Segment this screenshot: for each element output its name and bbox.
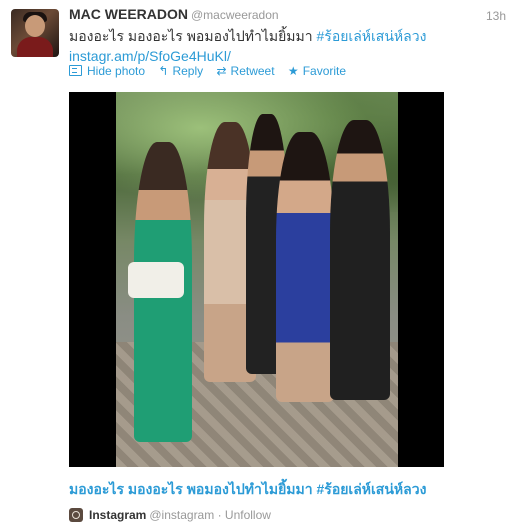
unfollow-button[interactable]: Unfollow — [225, 508, 271, 522]
author-name[interactable]: MAC WEERADON @macweeradon — [69, 6, 279, 22]
retweet-label: Retweet — [230, 64, 275, 78]
instagram-icon[interactable] — [69, 508, 83, 522]
media-caption[interactable]: มองอะไร มองอะไร พอมองไปทำไมยิ้มมา #ร้อยเ… — [69, 479, 426, 501]
instagram-link[interactable]: instagr.am/p/SfoGe4HuKl/ — [69, 48, 231, 64]
reply-button[interactable]: ↰ Reply — [158, 64, 203, 78]
tweet: MAC WEERADON @macweeradon 13h มองอะไร มอง… — [0, 0, 518, 530]
source-handle[interactable]: @instagram — [149, 508, 214, 522]
avatar[interactable] — [11, 9, 59, 57]
photo-person-4 — [276, 132, 334, 402]
retweet-icon: ⇄ — [216, 64, 227, 78]
star-icon: ★ — [287, 64, 299, 78]
tweet-actions: Hide photo ↰ Reply ⇄ Retweet ★ Favorite — [69, 64, 356, 78]
favorite-button[interactable]: ★ Favorite — [288, 64, 346, 78]
tweet-text: มองอะไร มองอะไร พอมองไปทำไมยิ้มมา #ร้อยเ… — [69, 26, 504, 66]
source-separator: · — [217, 508, 222, 522]
photo-icon — [69, 65, 82, 76]
tweet-text-body: มองอะไร มองอะไร พอมองไปทำไมยิ้มมา — [69, 28, 313, 44]
author-name-text[interactable]: MAC WEERADON — [69, 6, 188, 22]
photo-handbag — [128, 262, 184, 298]
reply-label: Reply — [172, 64, 204, 78]
hide-photo-label: Hide photo — [87, 64, 146, 78]
hide-photo-button[interactable]: Hide photo — [69, 64, 145, 78]
reply-arrow-icon: ↰ — [158, 64, 169, 78]
avatar-head — [25, 15, 45, 37]
media-source: Instagram @instagram · Unfollow — [69, 505, 271, 522]
source-name[interactable]: Instagram — [89, 508, 146, 522]
avatar-shirt — [17, 37, 53, 57]
tweet-media[interactable] — [69, 92, 444, 467]
tweet-timestamp[interactable]: 13h — [486, 9, 506, 23]
hashtag-link[interactable]: #ร้อยเล่ห์เสน่ห์ลวง — [317, 28, 427, 44]
retweet-button[interactable]: ⇄ Retweet — [216, 64, 274, 78]
media-photo[interactable] — [116, 92, 398, 467]
favorite-label: Favorite — [302, 64, 347, 78]
photo-person-5 — [330, 120, 390, 400]
author-handle[interactable]: @macweeradon — [191, 8, 279, 22]
